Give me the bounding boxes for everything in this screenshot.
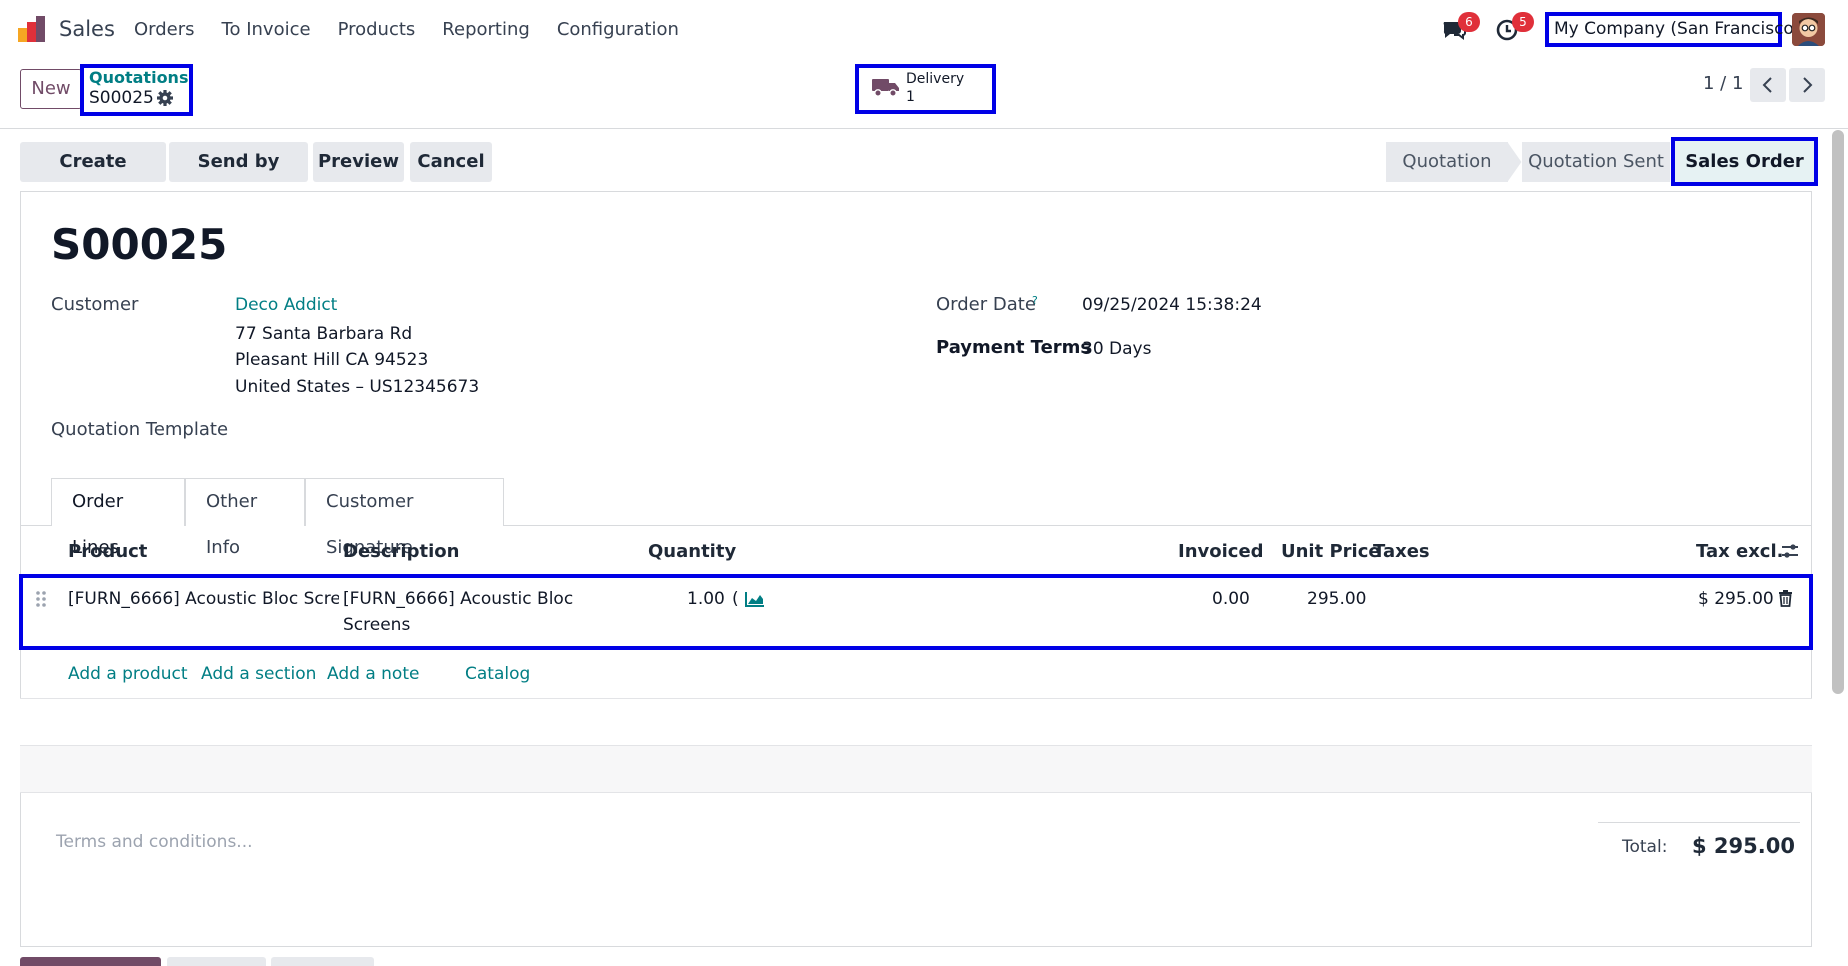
preview-button[interactable]: Preview (313, 142, 404, 182)
column-header-product[interactable]: Product (68, 541, 147, 562)
menu-configuration[interactable]: Configuration (557, 19, 679, 40)
column-header-description[interactable]: Description (343, 541, 459, 562)
column-settings-icon[interactable] (1780, 541, 1800, 561)
line-product[interactable]: [FURN_6666] Acoustic Bloc Screer (68, 589, 339, 609)
total-amount: $ 295.00 (1692, 834, 1795, 858)
line-description-line1[interactable]: [FURN_6666] Acoustic Bloc (343, 589, 573, 609)
catalog-link[interactable]: Catalog (465, 664, 530, 684)
order-date-value[interactable]: 09/25/2024 15:38:24 (1082, 295, 1262, 315)
customer-address-line1: 77 Santa Barbara Rd (235, 324, 413, 344)
gear-icon[interactable] (156, 89, 174, 107)
menu-orders[interactable]: Orders (134, 19, 195, 40)
add-section-link[interactable]: Add a section (201, 664, 316, 684)
column-header-invoiced[interactable]: Invoiced (1178, 541, 1264, 562)
stage-quotation-sent[interactable]: Quotation Sent (1522, 142, 1670, 182)
table-row[interactable] (19, 574, 1813, 650)
company-switcher[interactable]: My Company (San Francisco) (1545, 12, 1800, 47)
total-rule (1598, 822, 1800, 823)
control-panel-divider (0, 128, 1848, 129)
messages-badge: 6 (1458, 12, 1480, 32)
sales-app-icon[interactable] (18, 16, 48, 42)
truck-icon (872, 79, 899, 97)
tab-other-info[interactable]: Other Info (185, 478, 305, 558)
menu-products[interactable]: Products (338, 19, 416, 40)
tab-order-lines[interactable]: Order Lines (51, 478, 185, 558)
terms-and-conditions-field[interactable]: Terms and conditions... (56, 832, 253, 852)
add-product-link[interactable]: Add a product (68, 664, 188, 684)
drag-handle-icon[interactable] (35, 590, 47, 608)
order-reference: S00025 (51, 220, 228, 269)
delivery-count: 1 (906, 89, 915, 105)
breadcrumb-current-record: S00025 (89, 88, 154, 108)
send-by-email-button[interactable]: Send by Email (169, 142, 308, 212)
pager-next-button[interactable] (1789, 68, 1825, 102)
empty-row (20, 699, 1812, 745)
line-quantity-uom: ( (732, 589, 739, 609)
payment-terms-label: Payment Terms (936, 337, 1092, 358)
stage-quotation[interactable]: Quotation (1386, 142, 1508, 182)
stage-arrow-icon (1508, 142, 1522, 182)
line-quantity[interactable]: 1.00 (687, 589, 725, 609)
total-label: Total: (1622, 837, 1668, 857)
customer-address-line2: Pleasant Hill CA 94523 (235, 350, 429, 370)
payment-terms-value[interactable]: 30 Days (1082, 339, 1151, 359)
page-scrollbar[interactable] (1832, 130, 1844, 694)
line-unit-price[interactable]: 295.00 (1307, 589, 1366, 609)
customer-link[interactable]: Deco Addict (235, 295, 337, 315)
app-name[interactable]: Sales (59, 17, 115, 41)
quotation-template-label: Quotation Template (51, 419, 229, 440)
add-note-link[interactable]: Add a note (327, 664, 419, 684)
stage-sales-order[interactable]: Sales Order (1671, 137, 1818, 186)
create-invoice-button[interactable]: Create Invoice (20, 142, 166, 212)
tab-customer-signature[interactable]: Customer Signature (305, 478, 504, 558)
bottom-secondary-button[interactable] (167, 957, 266, 966)
bottom-primary-button[interactable] (20, 957, 161, 966)
line-subtotal: $ 295.00 (1698, 589, 1774, 609)
breadcrumb-quotations-link[interactable]: Quotations (89, 68, 188, 87)
top-navbar: Sales Orders To Invoice Products Reporti… (0, 0, 1848, 58)
delivery-label: Delivery (906, 71, 965, 87)
column-header-quantity[interactable]: Quantity (648, 541, 736, 562)
trash-icon[interactable] (1778, 590, 1793, 607)
column-header-taxes[interactable]: Taxes (1373, 541, 1430, 562)
column-header-unit-price[interactable]: Unit Price (1281, 541, 1381, 562)
cancel-button[interactable]: Cancel (410, 142, 492, 182)
line-invoiced: 0.00 (1212, 589, 1250, 609)
menu-to-invoice[interactable]: To Invoice (222, 19, 311, 40)
order-date-label: Order Date (936, 294, 1036, 315)
chevron-right-icon (1803, 77, 1813, 93)
forecast-chart-icon[interactable] (745, 591, 765, 607)
new-button[interactable]: New (20, 69, 82, 109)
user-avatar[interactable] (1792, 13, 1825, 46)
row-rule (20, 792, 1812, 793)
bottom-secondary-button[interactable] (271, 957, 374, 966)
chevron-left-icon (1762, 77, 1772, 93)
menu-reporting[interactable]: Reporting (442, 19, 530, 40)
pager-value[interactable]: 1 / 1 (1703, 73, 1743, 94)
pager-previous-button[interactable] (1750, 68, 1786, 102)
customer-label: Customer (51, 294, 139, 315)
main-menu: Orders To Invoice Products Reporting Con… (134, 19, 706, 40)
activities-badge: 5 (1512, 12, 1534, 32)
line-description-line2[interactable]: Screens (343, 615, 410, 635)
customer-address-line3: United States – US12345673 (235, 377, 480, 397)
notebook-tabs: Order Lines Other Info Customer Signatur… (51, 478, 504, 558)
help-tooltip-icon[interactable]: ? (1032, 294, 1038, 307)
empty-row (20, 746, 1812, 792)
column-header-tax-excl[interactable]: Tax excl. (1696, 541, 1783, 562)
